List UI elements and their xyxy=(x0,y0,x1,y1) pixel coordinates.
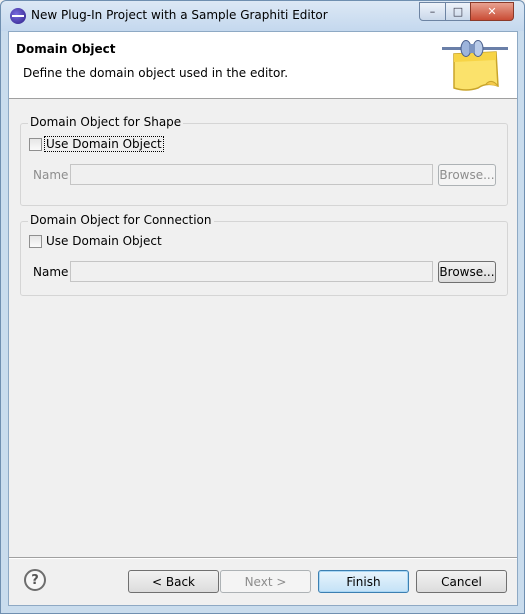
shape-name-input[interactable] xyxy=(70,164,433,185)
shape-group-legend: Domain Object for Shape xyxy=(28,115,184,129)
minimize-button[interactable]: – xyxy=(419,2,446,21)
page-description: Define the domain object used in the edi… xyxy=(23,66,289,80)
connection-use-domain-object-checkbox[interactable] xyxy=(29,234,42,248)
help-icon[interactable]: ? xyxy=(24,569,46,591)
shape-browse-button[interactable]: Browse... xyxy=(438,164,496,186)
finish-button[interactable]: Finish xyxy=(318,570,409,593)
connection-name-input[interactable] xyxy=(70,261,433,282)
cancel-button[interactable]: Cancel xyxy=(416,570,507,593)
title-bar[interactable]: New Plug-In Project with a Sample Graphi… xyxy=(1,1,524,31)
footer-separator xyxy=(9,557,517,559)
connection-browse-button[interactable]: Browse... xyxy=(438,261,496,283)
connection-use-domain-object-row[interactable]: Use Domain Object xyxy=(29,234,163,248)
connection-use-domain-object-label[interactable]: Use Domain Object xyxy=(45,234,163,248)
shape-use-domain-object-label[interactable]: Use Domain Object xyxy=(44,136,164,152)
eclipse-app-icon xyxy=(10,8,26,24)
connection-group-legend: Domain Object for Connection xyxy=(28,213,214,227)
connection-domain-object-group: Domain Object for Connection Use Domain … xyxy=(20,213,508,296)
close-button[interactable]: ✕ xyxy=(470,2,514,21)
wizard-header: Domain Object Define the domain object u… xyxy=(9,32,517,99)
shape-use-domain-object-checkbox[interactable] xyxy=(29,137,42,151)
page-title: Domain Object xyxy=(16,42,116,56)
shape-domain-object-group: Domain Object for Shape Use Domain Objec… xyxy=(20,115,508,206)
back-button[interactable]: < Back xyxy=(128,570,219,593)
next-button[interactable]: Next > xyxy=(220,570,311,593)
wizard-client-area: Domain Object Define the domain object u… xyxy=(8,31,518,606)
wizard-window: New Plug-In Project with a Sample Graphi… xyxy=(0,0,525,614)
shape-use-domain-object-row[interactable]: Use Domain Object xyxy=(29,136,164,152)
wizard-banner-icon xyxy=(442,40,508,91)
connection-name-label: Name xyxy=(33,265,69,279)
shape-name-label: Name xyxy=(33,168,69,182)
window-title: New Plug-In Project with a Sample Graphi… xyxy=(31,8,328,22)
maximize-button[interactable]: □ xyxy=(445,2,471,21)
